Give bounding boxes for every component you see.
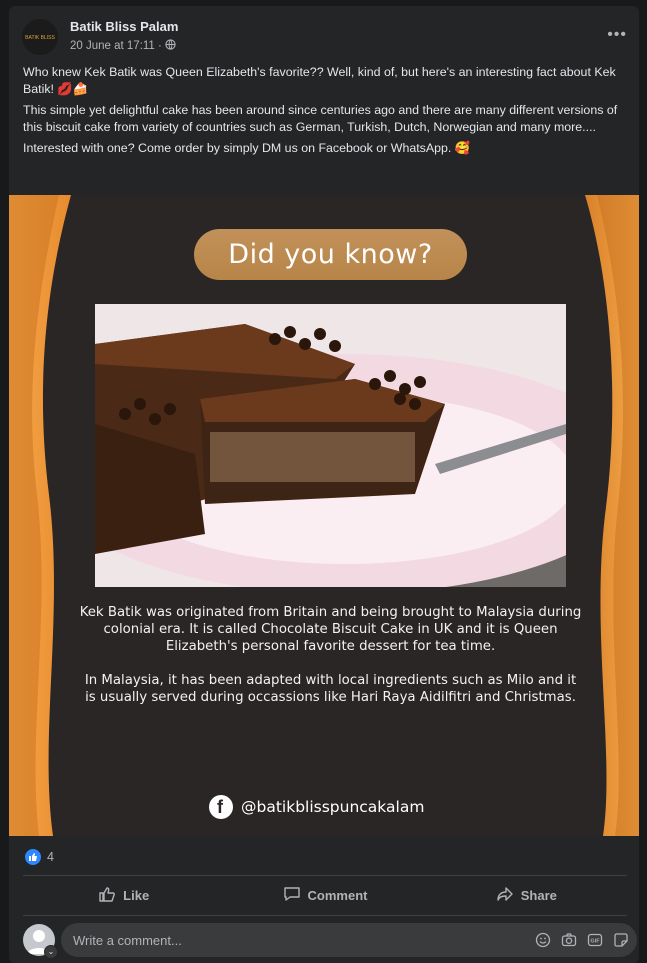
reaction-summary[interactable]: 4 xyxy=(25,849,54,865)
thumbs-up-icon xyxy=(25,849,41,865)
post-timestamp[interactable]: 20 June at 17:11 · xyxy=(70,39,176,53)
share-button[interactable]: Share xyxy=(426,878,627,912)
like-label: Like xyxy=(123,887,150,903)
gif-icon[interactable]: GIF xyxy=(587,932,603,948)
divider xyxy=(23,915,627,916)
like-button[interactable]: Like xyxy=(23,878,224,912)
did-you-know-badge: Did you know? xyxy=(194,229,467,280)
comment-composer: ⌄ GIF xyxy=(23,923,639,959)
camera-icon[interactable] xyxy=(561,932,577,948)
comment-button[interactable]: Comment xyxy=(224,878,425,912)
post-image[interactable]: Did you know? Kek Batik was originated f… xyxy=(9,195,639,836)
svg-text:GIF: GIF xyxy=(590,939,600,945)
like-icon xyxy=(98,885,116,906)
globe-icon xyxy=(165,39,176,53)
image-body-text: Kek Batik was originated from Britain an… xyxy=(79,604,582,723)
divider xyxy=(23,875,627,876)
reaction-count[interactable]: 4 xyxy=(47,850,54,864)
cake-photo xyxy=(95,304,566,587)
composer-icons: GIF xyxy=(535,932,629,948)
facebook-handle: f @batikblisspuncakalam xyxy=(209,795,424,819)
facebook-logo-icon: f xyxy=(209,795,233,819)
image-paragraph-2: In Malaysia, it has been adapted with lo… xyxy=(84,673,577,705)
page-name-link[interactable]: Batik Bliss Palam xyxy=(70,19,178,34)
sticker-icon[interactable] xyxy=(613,932,629,948)
handle-text: @batikblisspuncakalam xyxy=(241,798,425,816)
avatar-logo-text: BATIK BLISS xyxy=(25,35,55,41)
image-paragraph-1: Kek Batik was originated from Britain an… xyxy=(79,605,582,654)
post-header: BATIK BLISS Batik Bliss Palam 20 June at… xyxy=(9,6,639,62)
comment-label: Comment xyxy=(307,887,368,903)
more-options-button[interactable]: ••• xyxy=(607,26,627,44)
post-caption: Who knew Kek Batik was Queen Elizabeth's… xyxy=(23,64,627,162)
timestamp-text[interactable]: 20 June at 17:11 · xyxy=(70,40,162,52)
page-avatar[interactable]: BATIK BLISS xyxy=(22,19,58,55)
share-label: Share xyxy=(520,887,557,903)
chevron-down-icon[interactable]: ⌄ xyxy=(44,945,58,959)
caption-paragraph-3: Interested with one? Come order by simpl… xyxy=(23,141,471,155)
share-icon xyxy=(496,885,514,906)
post-actions: Like Comment Share xyxy=(23,878,627,912)
caption-paragraph-2: This simple yet delightful cake has been… xyxy=(23,103,618,134)
comment-icon xyxy=(283,885,301,906)
emoji-icon[interactable] xyxy=(535,932,551,948)
caption-paragraph-1: Who knew Kek Batik was Queen Elizabeth's… xyxy=(23,65,616,96)
post-card: BATIK BLISS Batik Bliss Palam 20 June at… xyxy=(9,6,639,963)
